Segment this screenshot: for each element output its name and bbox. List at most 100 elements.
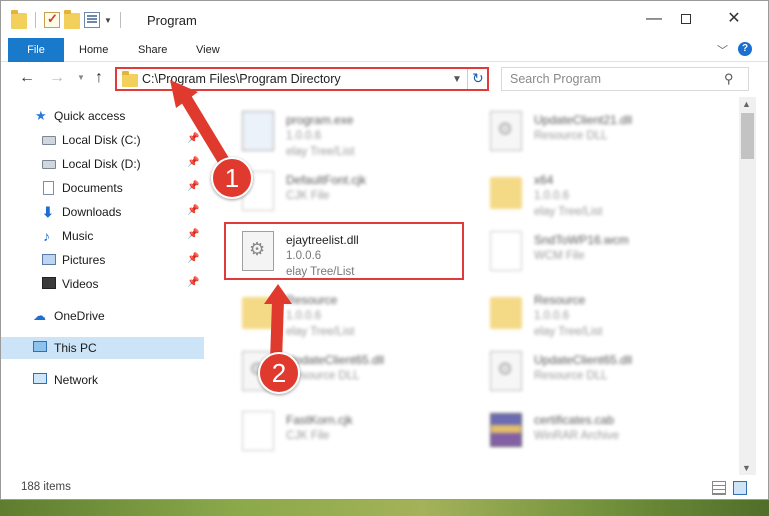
recent-locations-dropdown[interactable]: ▼: [77, 73, 85, 82]
nav-item-downloads[interactable]: ⬇ Downloads 📌: [1, 201, 204, 223]
file-name: Resource: [286, 293, 338, 307]
chevron-down-icon[interactable]: ▼: [104, 16, 112, 25]
address-separator: [467, 69, 468, 89]
back-button[interactable]: ←: [19, 69, 35, 87]
expand-ribbon-icon[interactable]: ﹀: [717, 42, 728, 58]
refresh-icon[interactable]: ↻: [472, 70, 484, 87]
title-bar: ▼ Program — ✕: [1, 1, 768, 37]
toolbar-separator: [119, 12, 121, 28]
search-icon[interactable]: ⚲: [724, 71, 734, 87]
up-button[interactable]: ↑: [95, 69, 103, 87]
file-item[interactable]: certificates.cab WinRAR Archive: [462, 401, 702, 457]
vertical-scrollbar[interactable]: ▲ ▼: [739, 97, 756, 475]
pin-icon[interactable]: 📌: [187, 205, 199, 216]
file-name: UpdateClient65.dll: [286, 353, 385, 367]
pin-icon[interactable]: 📌: [187, 181, 199, 192]
pin-icon[interactable]: 📌: [187, 157, 199, 168]
tiles-view-icon[interactable]: [733, 481, 747, 495]
nav-item-quick-access[interactable]: ★ Quick access: [1, 105, 204, 127]
file-detail: Resource DLL: [534, 130, 608, 142]
properties-check-icon[interactable]: [44, 11, 60, 28]
file-item-ejaytreelist[interactable]: ejaytreelist.dll 1.0.0.6 elay Tree/List: [214, 221, 454, 278]
explorer-window: ▼ Program — ✕ File Home Share View ﹀ ? ←…: [0, 0, 769, 500]
file-item[interactable]: UpdateClient65.dll Resource DLL: [214, 341, 454, 397]
file-name: UpdateClient21.dll: [534, 113, 633, 127]
nav-item-pictures[interactable]: Pictures 📌: [1, 249, 204, 271]
file-detail: elay Tree/List: [286, 326, 355, 338]
chevron-down-icon[interactable]: ▼: [452, 74, 462, 85]
dll-file-icon: [490, 111, 522, 151]
file-detail: elay Tree/List: [286, 266, 355, 278]
file-detail: 1.0.0.6: [286, 310, 322, 322]
scrollbar-thumb[interactable]: [741, 113, 754, 159]
address-bar[interactable]: C:\Program Files\Program Directory ▼ ↻: [115, 67, 489, 91]
file-item[interactable]: SndToWP16.wcm WCM File: [462, 221, 702, 277]
file-item[interactable]: Resource 1.0.0.6 elay Tree/List: [214, 281, 454, 338]
exe-file-icon: [242, 111, 274, 151]
tab-share[interactable]: Share: [138, 38, 167, 62]
search-input[interactable]: Search Program: [510, 72, 601, 86]
nav-item-videos[interactable]: Videos 📌: [1, 273, 204, 295]
nav-item-local-disk-c[interactable]: Local Disk (C:) 📌: [1, 129, 204, 151]
pictures-icon: [42, 254, 56, 265]
file-item[interactable]: Resource 1.0.0.6 elay Tree/List: [462, 281, 702, 338]
search-box[interactable]: Search Program ⚲: [501, 67, 749, 91]
file-item[interactable]: program.exe 1.0.0.6 elay Tree/List: [214, 101, 454, 158]
nav-item-onedrive[interactable]: ☁ OneDrive: [1, 305, 204, 327]
file-detail: WinRAR Archive: [534, 430, 619, 442]
file-detail: 1.0.0.6: [534, 310, 570, 322]
nav-item-music[interactable]: ♪ Music 📌: [1, 225, 204, 247]
nav-item-network[interactable]: Network: [1, 369, 204, 391]
nav-item-label: Local Disk (D:): [62, 157, 141, 171]
file-name: ejaytreelist.dll: [286, 233, 359, 247]
file-detail: elay Tree/List: [286, 146, 355, 158]
tab-home[interactable]: Home: [79, 38, 108, 62]
file-detail: elay Tree/List: [534, 206, 603, 218]
scroll-down-icon[interactable]: ▼: [742, 463, 751, 473]
file-item[interactable]: UpdateClient21.dll Resource DLL: [462, 101, 702, 157]
file-name: program.exe: [286, 113, 354, 127]
file-detail: Resource DLL: [534, 370, 608, 382]
disk-icon: [42, 136, 56, 145]
file-item[interactable]: x64 1.0.0.6 elay Tree/List: [462, 161, 702, 218]
toolbar-separator: [35, 12, 36, 28]
nav-item-label: Network: [54, 373, 99, 387]
pin-icon[interactable]: 📌: [187, 133, 199, 144]
help-icon[interactable]: ?: [738, 42, 752, 56]
file-item[interactable]: FastKorn.cjk CJK File: [214, 401, 454, 457]
tab-file[interactable]: File: [8, 38, 64, 62]
file-detail: elay Tree/List: [534, 326, 603, 338]
maximize-button[interactable]: [663, 7, 709, 31]
pin-icon[interactable]: 📌: [187, 229, 199, 240]
nav-item-label: This PC: [54, 341, 97, 355]
file-detail: WCM File: [534, 250, 585, 262]
file-name: SndToWP16.wcm: [534, 233, 629, 247]
nav-item-documents[interactable]: Documents 📌: [1, 177, 204, 199]
step-marker-1: 1: [211, 157, 253, 199]
file-item[interactable]: UpdateClient65.dll Resource DLL: [462, 341, 702, 397]
scroll-up-icon[interactable]: ▲: [742, 99, 751, 109]
nav-item-this-pc[interactable]: This PC: [1, 337, 204, 359]
details-view-icon[interactable]: [712, 481, 726, 495]
forward-button[interactable]: →: [49, 69, 65, 87]
nav-item-label: Pictures: [62, 253, 106, 267]
file-list: program.exe 1.0.0.6 elay Tree/List Updat…: [204, 97, 739, 475]
view-options-icon[interactable]: [84, 12, 100, 28]
ribbon-tabs: File Home Share View ﹀ ?: [1, 38, 768, 62]
folder-icon[interactable]: [11, 10, 27, 29]
file-name: FastKorn.cjk: [286, 413, 353, 427]
pin-icon[interactable]: 📌: [187, 253, 199, 264]
computer-icon: [33, 341, 47, 352]
quick-access-toolbar: ▼: [11, 10, 125, 29]
tab-view[interactable]: View: [196, 38, 220, 62]
pin-icon[interactable]: 📌: [187, 277, 199, 288]
document-file-icon: [490, 231, 522, 271]
nav-item-local-disk-d[interactable]: Local Disk (D:) 📌: [1, 153, 204, 175]
folder-icon: [242, 297, 274, 329]
address-path[interactable]: C:\Program Files\Program Directory: [142, 72, 341, 86]
step-marker-2: 2: [258, 352, 300, 394]
close-button[interactable]: ✕: [711, 7, 757, 31]
file-name: DefaultFont.cjk: [286, 173, 367, 187]
cloud-icon: ☁: [33, 308, 46, 323]
new-folder-icon[interactable]: [64, 10, 80, 29]
